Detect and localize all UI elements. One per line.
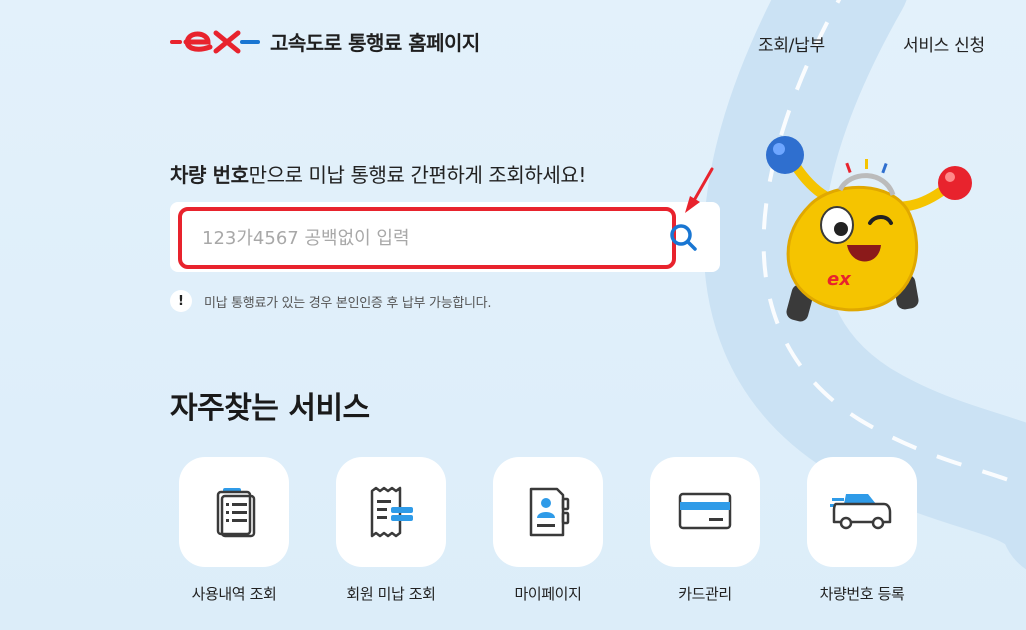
vehicle-number-input[interactable]: [178, 207, 676, 269]
service-member-unpaid[interactable]: 회원 미납 조회: [336, 457, 446, 604]
service-tile[interactable]: [650, 457, 760, 567]
service-label: 사용내역 조회: [191, 585, 277, 603]
service-vehicle-registration[interactable]: 차량번호 등록: [807, 457, 917, 604]
notice-text: 미납 통행료가 있는 경우 본인인증 후 납부 가능합니다.: [204, 295, 492, 311]
service-tile[interactable]: [336, 457, 446, 567]
service-label: 회원 미납 조회: [346, 585, 436, 603]
exclamation-icon: !: [170, 290, 192, 312]
credit-card-icon: [678, 492, 732, 530]
site-title: 고속도로 통행료 홈페이지: [270, 30, 480, 55]
headline-bold: 차량 번호: [170, 163, 249, 187]
search-box: [170, 202, 720, 272]
service-label: 차량번호 등록: [819, 585, 905, 603]
header: 고속도로 통행료 홈페이지 조회/납부 서비스 신청: [0, 0, 1026, 80]
svg-text:ex: ex: [827, 269, 852, 290]
mascot-car-icon: ex: [766, 136, 972, 322]
profile-card-icon: [529, 487, 570, 537]
notice: ! 미납 통행료가 있는 경우 본인인증 후 납부 가능합니다.: [170, 290, 491, 312]
service-usage-history[interactable]: 사용내역 조회: [179, 457, 289, 604]
search-button[interactable]: [668, 222, 700, 254]
headline-rest: 만으로 미납 통행료 간편하게 조회하세요!: [248, 163, 587, 187]
ex-logo-icon: [170, 30, 260, 54]
home-logo[interactable]: 고속도로 통행료 홈페이지: [170, 26, 480, 56]
red-arrow-icon: [685, 167, 714, 213]
service-label: 카드관리: [678, 585, 732, 603]
service-my-page[interactable]: 마이페이지: [493, 457, 603, 604]
search-headline: 차량 번호만으로 미납 통행료 간편하게 조회하세요!: [170, 159, 586, 188]
nav-inquiry-payment[interactable]: 조회/납부: [758, 31, 825, 56]
service-tile[interactable]: [179, 457, 289, 567]
car-icon: [830, 494, 892, 530]
receipt-icon: [370, 486, 413, 538]
document-list-icon: [216, 488, 256, 538]
service-card-management[interactable]: 카드관리: [650, 457, 760, 604]
search-icon: [670, 224, 697, 251]
service-tile[interactable]: [807, 457, 917, 567]
service-tile[interactable]: [493, 457, 603, 567]
service-label: 마이페이지: [514, 585, 582, 603]
nav-service-application[interactable]: 서비스 신청: [903, 31, 985, 56]
frequent-services-title: 자주찾는 서비스: [170, 391, 370, 426]
